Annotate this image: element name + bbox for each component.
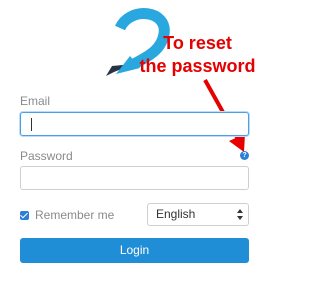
password-label: Password xyxy=(20,149,73,163)
language-select[interactable]: English xyxy=(147,203,249,226)
remember-me-label: Remember me xyxy=(35,208,115,222)
login-screen: To reset the password Email Password ? R… xyxy=(0,0,269,281)
password-field[interactable] xyxy=(20,166,249,190)
text-caret xyxy=(31,118,32,131)
login-button[interactable]: Login xyxy=(20,238,249,263)
remember-me-toggle[interactable]: Remember me xyxy=(20,208,114,222)
select-updown-arrows-icon xyxy=(237,209,243,220)
question-circle-icon[interactable]: ? xyxy=(240,151,249,160)
language-select-value: English xyxy=(156,207,196,221)
reset-password-annotation: To reset the password xyxy=(125,32,270,78)
email-field[interactable] xyxy=(20,112,249,136)
annotation-line-1: To reset xyxy=(163,33,232,53)
annotation-line-2: the password xyxy=(139,56,256,76)
checkbox-checked-icon[interactable] xyxy=(20,210,29,220)
email-label: Email xyxy=(20,94,51,108)
